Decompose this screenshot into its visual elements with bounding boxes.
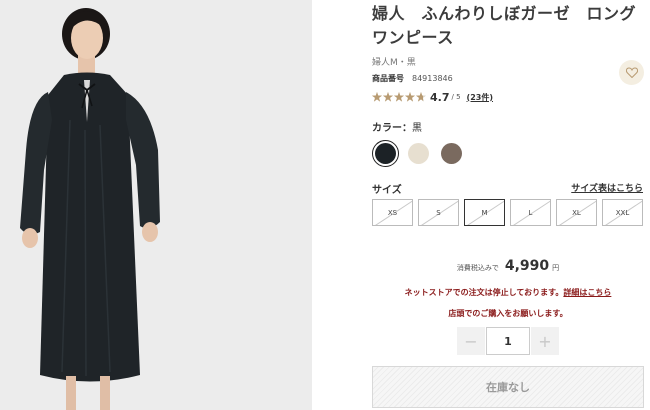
product-info-panel: 婦人 ふんわりしぼガーゼ ロングワンピース 婦人M・黒 商品番号 84913846…: [372, 0, 650, 410]
product-variant: 婦人M・黒: [372, 58, 416, 68]
product-sku: 商品番号 84913846: [372, 73, 453, 84]
size-option-xxl[interactable]: XXL: [602, 199, 643, 226]
star-icon: [383, 92, 393, 102]
rating-stars: [372, 92, 426, 102]
tax-note: 消費税込みで: [456, 264, 499, 272]
product-image: [0, 0, 312, 410]
sku-label: 商品番号: [372, 74, 404, 83]
size-option-xl[interactable]: XL: [556, 199, 597, 226]
color-swatch-dot: [408, 143, 429, 164]
size-option-label: XL: [572, 208, 581, 217]
heart-icon: [625, 67, 638, 78]
color-selected: 黒: [412, 123, 422, 134]
color-swatches: [372, 140, 471, 167]
quantity-value[interactable]: 1: [486, 327, 530, 355]
star-icon: [416, 92, 426, 102]
quantity-increase-button[interactable]: +: [531, 327, 559, 355]
star-icon: [405, 92, 415, 102]
model-illustration: [0, 0, 312, 410]
quantity-decrease-button[interactable]: −: [457, 327, 485, 355]
size-option-label: XS: [387, 208, 398, 217]
price-currency: 円: [552, 264, 560, 272]
quantity-stepper: − 1 +: [457, 327, 559, 355]
size-option-label: L: [528, 208, 533, 217]
rating-row: 4.7 / 5 (23件): [372, 90, 493, 104]
out-of-stock-button[interactable]: 在庫なし: [372, 366, 644, 408]
color-label-text: カラー：: [372, 123, 412, 134]
details-link[interactable]: 詳細はこちら: [563, 288, 611, 297]
size-option-label: M: [481, 208, 488, 217]
sku-number: 84913846: [412, 74, 453, 83]
store-notice-text: ネットストアでの注文は停止しております。: [404, 288, 564, 297]
size-guide-link[interactable]: サイズ表はこちら: [571, 181, 643, 194]
size-option-xs[interactable]: XS: [372, 199, 413, 226]
color-swatch-0[interactable]: [372, 140, 399, 167]
price-row: 消費税込みで 4,990 円: [372, 258, 644, 274]
color-label: カラー：黒: [372, 119, 422, 134]
rating-value: 4.7: [430, 90, 450, 104]
star-icon: [394, 92, 404, 102]
size-option-l[interactable]: L: [510, 199, 551, 226]
star-icon: [372, 92, 382, 102]
size-label: サイズ: [372, 185, 402, 196]
color-swatch-dot: [375, 143, 396, 164]
color-swatch-dot: [441, 143, 462, 164]
product-title: 婦人 ふんわりしぼガーゼ ロングワンピース: [372, 4, 637, 47]
color-swatch-1[interactable]: [405, 140, 432, 167]
rating-max: / 5: [451, 93, 461, 101]
size-option-label: XXL: [615, 208, 630, 217]
color-swatch-2[interactable]: [438, 140, 465, 167]
favorite-button[interactable]: [619, 60, 644, 85]
size-option-s[interactable]: S: [418, 199, 459, 226]
price-amount: 4,990: [504, 258, 550, 274]
in-store-notice: 店頭でのご購入をお願いします。: [448, 309, 568, 318]
size-options: XS S M L XL XXL: [372, 199, 648, 226]
size-option-label: S: [436, 208, 441, 217]
review-count-link[interactable]: (23件): [467, 92, 493, 103]
store-notice: ネットストアでの注文は停止しております。詳細はこちら: [372, 287, 644, 298]
size-option-m[interactable]: M: [464, 199, 505, 226]
